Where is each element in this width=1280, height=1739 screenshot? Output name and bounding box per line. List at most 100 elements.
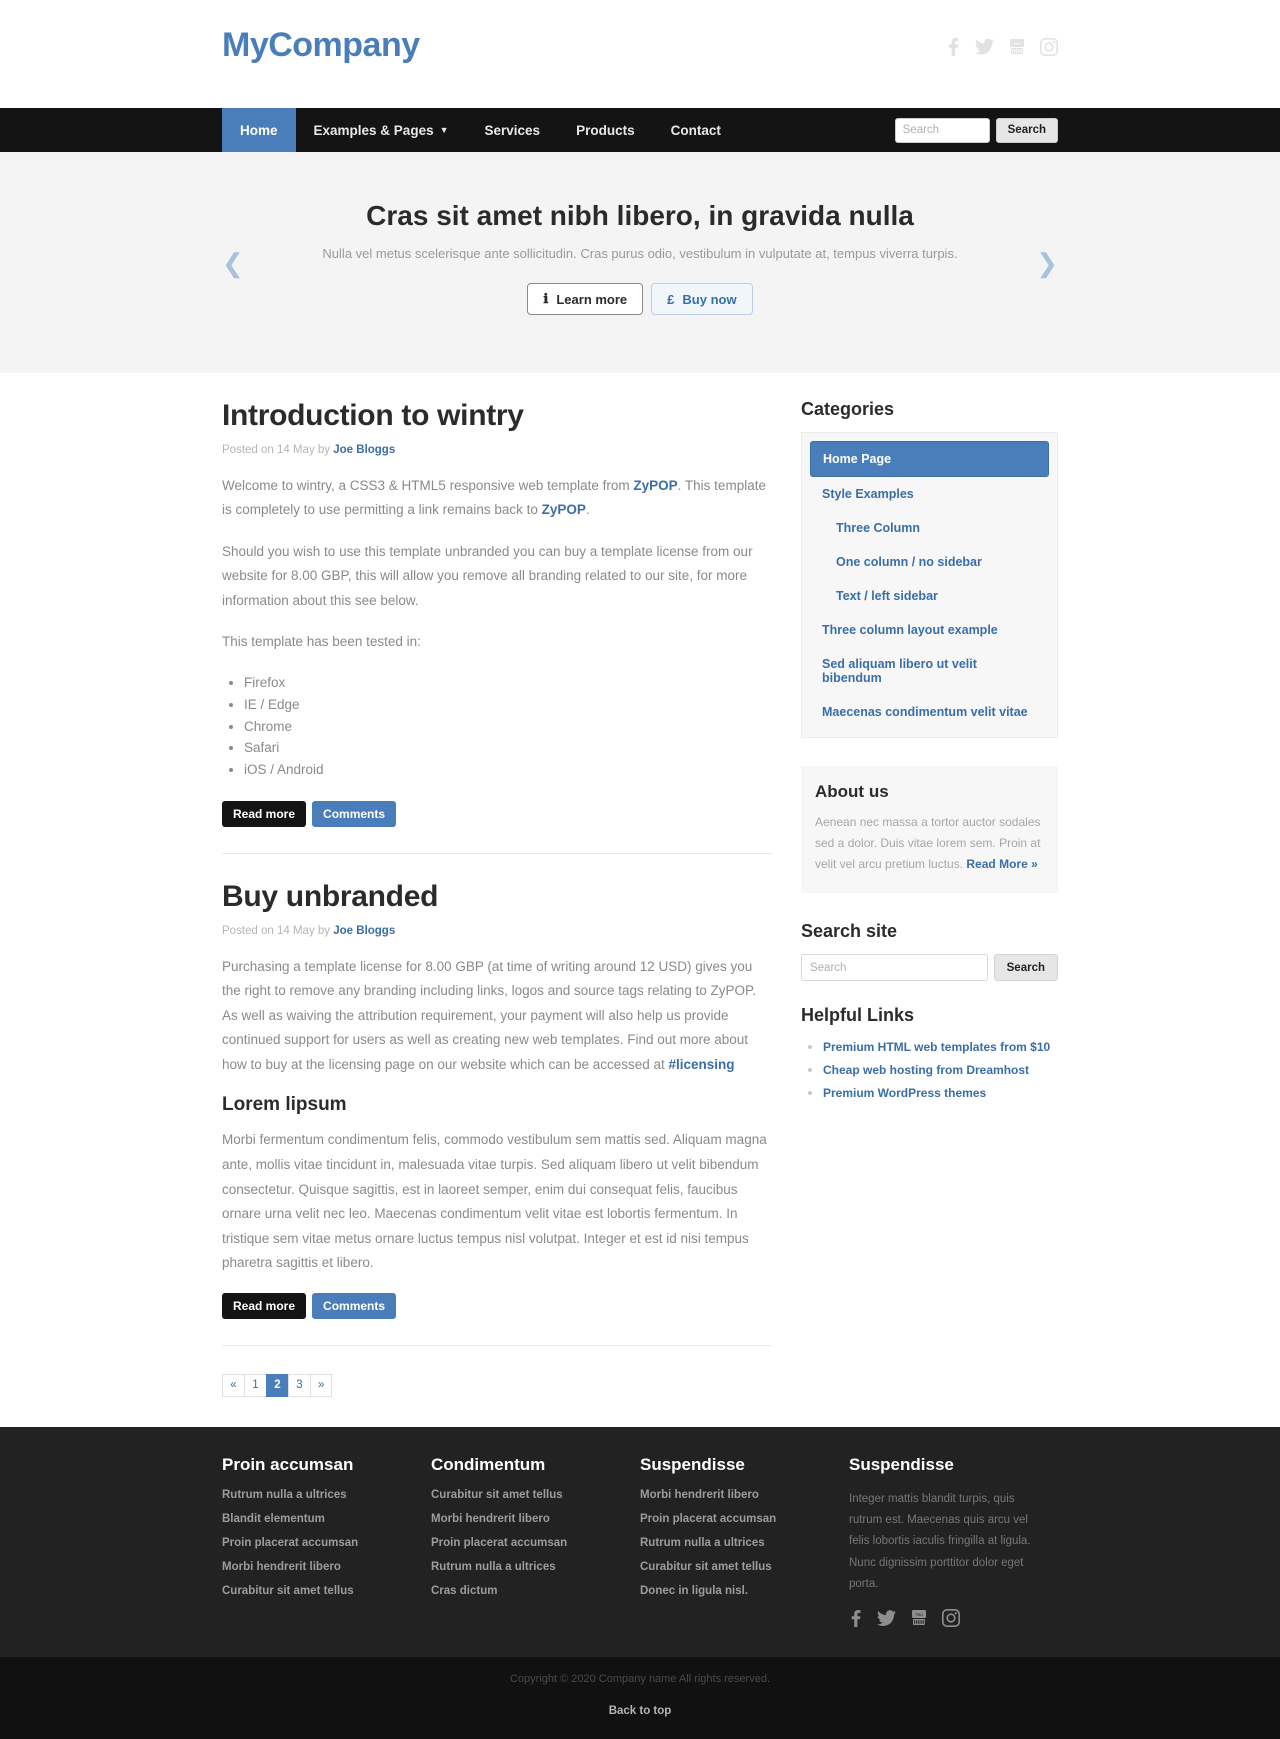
categories-heading: Categories [801,399,895,419]
site-logo[interactable]: MyCompany [222,28,420,62]
facebook-icon[interactable] [946,38,961,56]
pagination-next[interactable]: » [310,1373,333,1397]
footer-link[interactable]: Blandit elementum [222,1513,413,1525]
read-more-link[interactable]: Read More » [966,857,1037,871]
footer-link[interactable]: Cras dictum [431,1585,622,1597]
helpful-link-wordpress-themes[interactable]: Premium WordPress themes [823,1086,986,1100]
post-subheading: Lorem lipsum [222,1094,347,1116]
search-input[interactable] [894,117,990,143]
list-item: Firefox [244,672,772,694]
category-item-style-examples[interactable]: Style Examples [810,477,1049,511]
pagination-prev[interactable]: « [222,1373,244,1397]
about-us-text: Aenean nec massa a tortor auctor sodales… [815,812,1044,875]
footer-link[interactable]: Rutrum nulla a ultrices [640,1537,831,1549]
nav-label: Examples & Pages [313,122,434,138]
footer-column-condimentum: Condimentum Curabitur sit amet tellus Mo… [431,1455,640,1627]
post-meta: Posted on 14 May by Joe Bloggs [222,925,772,937]
footer-column-title: Suspendisse [849,1454,954,1474]
footer-link[interactable]: Morbi hendrerit libero [222,1561,413,1573]
twitter-icon[interactable] [877,1609,896,1627]
learn-more-button[interactable]: ℹ Learn more [527,283,644,315]
search-site-heading: Search site [801,921,898,941]
list-item: iOS / Android [244,759,772,781]
back-to-top-link[interactable]: Back to top [609,1705,672,1717]
post-author-link[interactable]: Joe Bloggs [333,444,395,456]
tested-browsers-list: Firefox IE / Edge Chrome Safari iOS / An… [244,672,772,781]
nav-item-contact[interactable]: Contact [653,108,739,152]
footer-column-suspendisse-text: Suspendisse Integer mattis blandit turpi… [849,1454,1058,1628]
list-item: Safari [244,737,772,759]
footer-link[interactable]: Curabitur sit amet tellus [431,1489,622,1501]
footer-link[interactable]: Proin placerat accumsan [222,1537,413,1549]
nav-label: Products [576,122,635,138]
post-actions: Read more Comments [222,1292,772,1319]
hero-buttons: ℹ Learn more £ Buy now [222,283,1058,315]
twitter-icon[interactable] [975,38,994,56]
youtube-icon[interactable]: You [1008,38,1026,56]
nav-item-services[interactable]: Services [467,108,559,152]
category-item-text-left-sidebar[interactable]: Text / left sidebar [810,579,1049,613]
sidebar-search-input[interactable] [801,954,988,981]
nav-label: Home [240,122,278,138]
search-button[interactable]: Search [995,117,1058,143]
read-more-button[interactable]: Read more [222,801,307,828]
footer-link[interactable]: Rutrum nulla a ultrices [222,1489,413,1501]
read-more-button[interactable]: Read more [222,1292,307,1319]
instagram-icon[interactable] [942,1609,960,1628]
learn-more-label: Learn more [556,291,628,307]
category-item-maecenas[interactable]: Maecenas condimentum velit vitae [810,695,1049,729]
buy-now-button[interactable]: £ Buy now [651,283,753,315]
post-text: Purchasing a template license for 8.00 G… [222,958,757,1072]
site-footer: Proin accumsan Rutrum nulla a ultrices B… [0,1426,1280,1658]
footer-link[interactable]: Proin placerat accumsan [640,1513,831,1525]
category-item-one-column-no-sidebar[interactable]: One column / no sidebar [810,545,1049,579]
footer-link[interactable]: Donec in ligula nisl. [640,1585,831,1597]
youtube-icon[interactable]: You [910,1609,928,1627]
post-meta: Posted on 14 May by Joe Bloggs [222,444,772,456]
helpful-link-premium-html[interactable]: Premium HTML web templates from $10 [823,1040,1050,1054]
post-text: . [585,502,590,518]
article-column: Introduction to wintry Posted on 14 May … [222,399,798,1397]
category-item-three-column[interactable]: Three Column [810,511,1049,545]
post-text: Welcome to wintry, a CSS3 & HTML5 respon… [222,477,634,493]
post-paragraph-2: Morbi fermentum condimentum felis, commo… [222,1132,767,1271]
footer-link[interactable]: Proin placerat accumsan [431,1537,622,1549]
sidebar-search-button[interactable]: Search [993,954,1058,981]
comments-button[interactable]: Comments [312,1292,397,1319]
footer-link[interactable]: Curabitur sit amet tellus [222,1585,413,1597]
nav-item-examples-pages[interactable]: Examples & Pages ▼ [296,108,467,152]
about-us-widget: About us Aenean nec massa a tortor aucto… [801,766,1058,893]
facebook-icon[interactable] [849,1609,863,1627]
category-item-sed-aliquam[interactable]: Sed aliquam libero ut velit bibendum [810,647,1049,695]
footer-link[interactable]: Curabitur sit amet tellus [640,1561,831,1573]
footer-column-proin-accumsan: Proin accumsan Rutrum nulla a ultrices B… [222,1455,431,1627]
post-author-link[interactable]: Joe Bloggs [333,925,395,937]
category-item-home-page[interactable]: Home Page [810,441,1049,477]
pagination-page-3[interactable]: 3 [288,1373,310,1397]
pagination-page-2[interactable]: 2 [266,1373,288,1397]
footer-link[interactable]: Rutrum nulla a ultrices [431,1561,622,1573]
footer-link[interactable]: Morbi hendrerit libero [431,1513,622,1525]
nav-label: Services [484,122,541,138]
category-item-three-column-layout-example[interactable]: Three column layout example [810,613,1049,647]
list-item: Premium HTML web templates from $10 [823,1038,1058,1056]
search-site-widget: Search site Search [801,921,1058,981]
buy-now-label: Buy now [682,291,737,307]
helpful-link-cheap-hosting[interactable]: Cheap web hosting from Dreamhost [823,1063,1029,1077]
svg-text:You: You [1013,41,1021,46]
list-item: Premium WordPress themes [823,1084,1058,1102]
pagination-page-1[interactable]: 1 [244,1373,266,1397]
about-us-heading: About us [815,782,889,801]
footer-link[interactable]: Morbi hendrerit libero [640,1489,831,1501]
post-buy-unbranded: Buy unbranded Posted on 14 May by Joe Bl… [222,880,772,1346]
nav-item-home[interactable]: Home [222,108,296,152]
zypop-link-2[interactable]: ZyPOP [542,502,586,517]
instagram-icon[interactable] [1040,38,1058,56]
nav-item-products[interactable]: Products [558,108,653,152]
footer-column-title: Suspendisse [640,1454,745,1474]
footer-social-links: You [849,1609,1040,1628]
list-item: Cheap web hosting from Dreamhost [823,1061,1058,1079]
licensing-link[interactable]: #licensing [669,1057,735,1072]
comments-button[interactable]: Comments [312,801,397,828]
zypop-link-1[interactable]: ZyPOP [633,478,677,493]
